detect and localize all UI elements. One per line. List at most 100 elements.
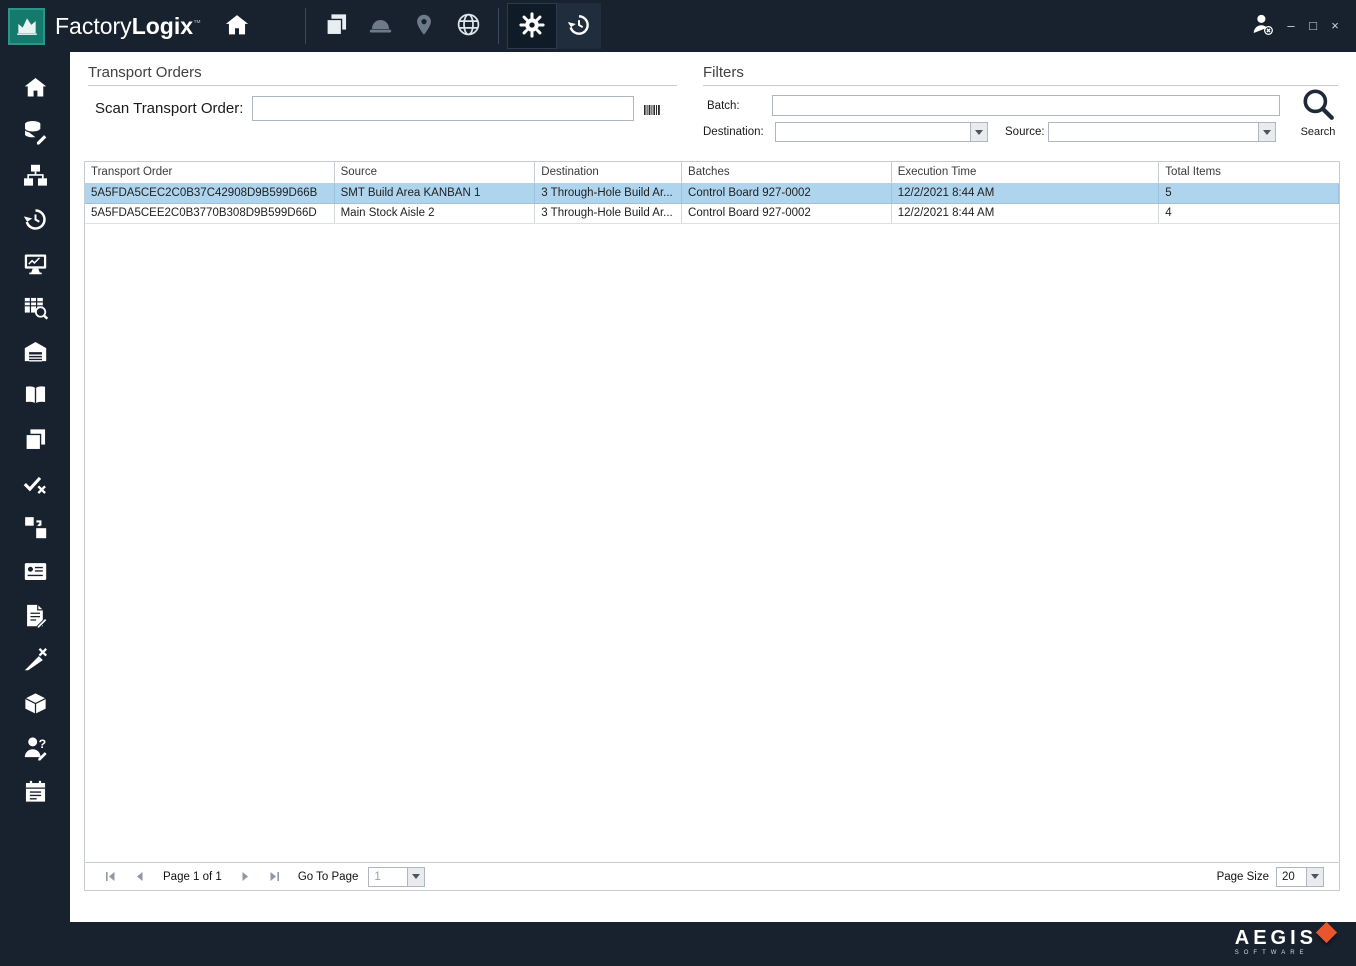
history-button[interactable]: [557, 3, 602, 49]
chevron-down-icon: [1263, 129, 1271, 135]
settings-button[interactable]: [507, 3, 558, 49]
source-dropdown[interactable]: [1048, 122, 1276, 142]
column-header-batches[interactable]: Batches: [682, 162, 892, 183]
globe-icon: [455, 11, 482, 41]
scan-transport-order-label: Scan Transport Order:: [95, 100, 244, 117]
cell-execution-time: 12/2/2021 8:44 AM: [892, 184, 1160, 203]
table-row[interactable]: 5A5FDA5CEC2C0B37C42908D9B599D66B SMT Bui…: [85, 184, 1339, 204]
last-page-button[interactable]: [267, 869, 282, 884]
minimize-button[interactable]: –: [1280, 15, 1302, 37]
transport-orders-grid: Transport Order Source Destination Batch…: [84, 161, 1340, 891]
destination-dropdown[interactable]: [775, 122, 988, 142]
column-header-transport-order[interactable]: Transport Order: [85, 162, 335, 183]
home-icon: [22, 74, 49, 101]
pagination-bar: Page 1 of 1 Go To Page 1 Page Size 20: [85, 862, 1339, 890]
page-size-label: Page Size: [1216, 870, 1269, 883]
transport-orders-rule: [88, 85, 677, 86]
user-logout-icon: [1249, 11, 1276, 41]
column-header-source[interactable]: Source: [335, 162, 536, 183]
globe-button[interactable]: [446, 4, 490, 48]
maximize-button[interactable]: □: [1302, 15, 1324, 37]
history-icon: [566, 12, 592, 41]
sidebar-item-table-search[interactable]: [18, 294, 52, 321]
ruler-x-icon: [22, 646, 49, 673]
chevron-down-icon: [412, 874, 421, 879]
page-size-dropdown[interactable]: 20: [1276, 866, 1324, 887]
location-button[interactable]: [402, 4, 446, 48]
documents-button[interactable]: [314, 4, 358, 48]
close-button[interactable]: ×: [1324, 15, 1346, 37]
svg-text:?: ?: [38, 737, 46, 751]
sidebar-item-user-question[interactable]: ?: [18, 734, 52, 761]
sidebar-item-home[interactable]: [18, 74, 52, 101]
search-button[interactable]: Search: [1292, 86, 1344, 138]
app-logo: [8, 7, 45, 45]
sidebar-item-workflow[interactable]: [18, 162, 52, 189]
sidebar-item-design-check[interactable]: [18, 646, 52, 673]
user-logout-button[interactable]: [1244, 4, 1280, 48]
destination-label: Destination:: [703, 126, 764, 138]
home-icon: [223, 11, 251, 42]
barcode-icon: [644, 103, 662, 121]
aegis-brand-text: AEGIS: [1234, 927, 1317, 949]
package-icon: [22, 690, 49, 717]
destination-dropdown-arrow[interactable]: [970, 123, 987, 141]
sidebar-item-copy[interactable]: [18, 426, 52, 453]
batch-input[interactable]: [772, 95, 1280, 116]
document-edit-icon: [22, 602, 49, 629]
home-button[interactable]: [215, 4, 259, 48]
monitor-icon: [22, 250, 49, 277]
column-header-execution-time[interactable]: Execution Time: [892, 162, 1160, 183]
go-to-page-dropdown[interactable]: 1: [368, 866, 426, 887]
search-icon: [1300, 86, 1336, 125]
sidebar-item-data-edit[interactable]: [18, 118, 52, 145]
aegis-logo: AEGIS SOFTWARE: [1234, 921, 1338, 956]
sidebar-item-warehouse[interactable]: [18, 338, 52, 365]
brand-title: FactoryLogix™: [55, 13, 201, 40]
toolbar-separator: [498, 8, 500, 44]
sidebar-item-form-card[interactable]: [18, 558, 52, 585]
grid-header: Transport Order Source Destination Batch…: [85, 162, 1339, 184]
page-size-value: 20: [1282, 870, 1295, 883]
footer-bar: AEGIS SOFTWARE: [0, 921, 1356, 966]
scan-transport-order-input[interactable]: [252, 96, 634, 121]
column-header-destination[interactable]: Destination: [535, 162, 683, 183]
cell-transport-order: 5A5FDA5CEE2C0B3770B308D9B599D66D: [85, 204, 335, 223]
factorylogix-window: FactoryLogix™ – □ × ? Transport Orders F…: [0, 0, 1356, 966]
hardhat-button[interactable]: [358, 4, 402, 48]
cell-batches: Control Board 927-0002: [682, 204, 892, 223]
previous-page-icon: [133, 870, 146, 883]
sidebar-item-report-calendar[interactable]: [18, 778, 52, 805]
batch-label: Batch:: [707, 100, 740, 112]
history-icon: [22, 206, 49, 233]
go-to-page-value: 1: [374, 870, 381, 883]
go-to-page-dropdown-arrow[interactable]: [407, 867, 425, 886]
sidebar-item-package-out[interactable]: [18, 690, 52, 717]
cell-transport-order: 5A5FDA5CEC2C0B37C42908D9B599D66B: [85, 184, 335, 203]
sidebar-item-document-edit[interactable]: [18, 602, 52, 629]
table-row[interactable]: 5A5FDA5CEE2C0B3770B308D9B599D66D Main St…: [85, 204, 1339, 224]
column-header-total-items[interactable]: Total Items: [1159, 162, 1339, 183]
brand-logix: Logix: [131, 12, 194, 39]
grid-empty-area: [85, 224, 1339, 862]
sidebar-item-book[interactable]: [18, 382, 52, 409]
sidebar-item-transfer[interactable]: [18, 514, 52, 541]
sidebar-item-monitor[interactable]: [18, 250, 52, 277]
main-content: Transport Orders Filters Scan Transport …: [70, 52, 1356, 922]
page-size-dropdown-arrow[interactable]: [1306, 867, 1323, 886]
source-dropdown-arrow[interactable]: [1258, 123, 1275, 141]
cell-execution-time: 12/2/2021 8:44 AM: [892, 204, 1160, 223]
chevron-down-icon: [1311, 874, 1319, 879]
cell-source: SMT Build Area KANBAN 1: [335, 184, 536, 203]
chevron-down-icon: [975, 129, 983, 135]
sidebar-item-history[interactable]: [18, 206, 52, 233]
sidebar-item-task-check[interactable]: [18, 470, 52, 497]
previous-page-button[interactable]: [132, 869, 147, 884]
first-page-button[interactable]: [103, 869, 118, 884]
hardhat-icon: [367, 11, 394, 41]
report-calendar-icon: [22, 778, 49, 805]
gear-icon: [518, 11, 546, 42]
workflow-icon: [22, 162, 49, 189]
next-page-button[interactable]: [238, 869, 253, 884]
database-edit-icon: [22, 118, 49, 145]
